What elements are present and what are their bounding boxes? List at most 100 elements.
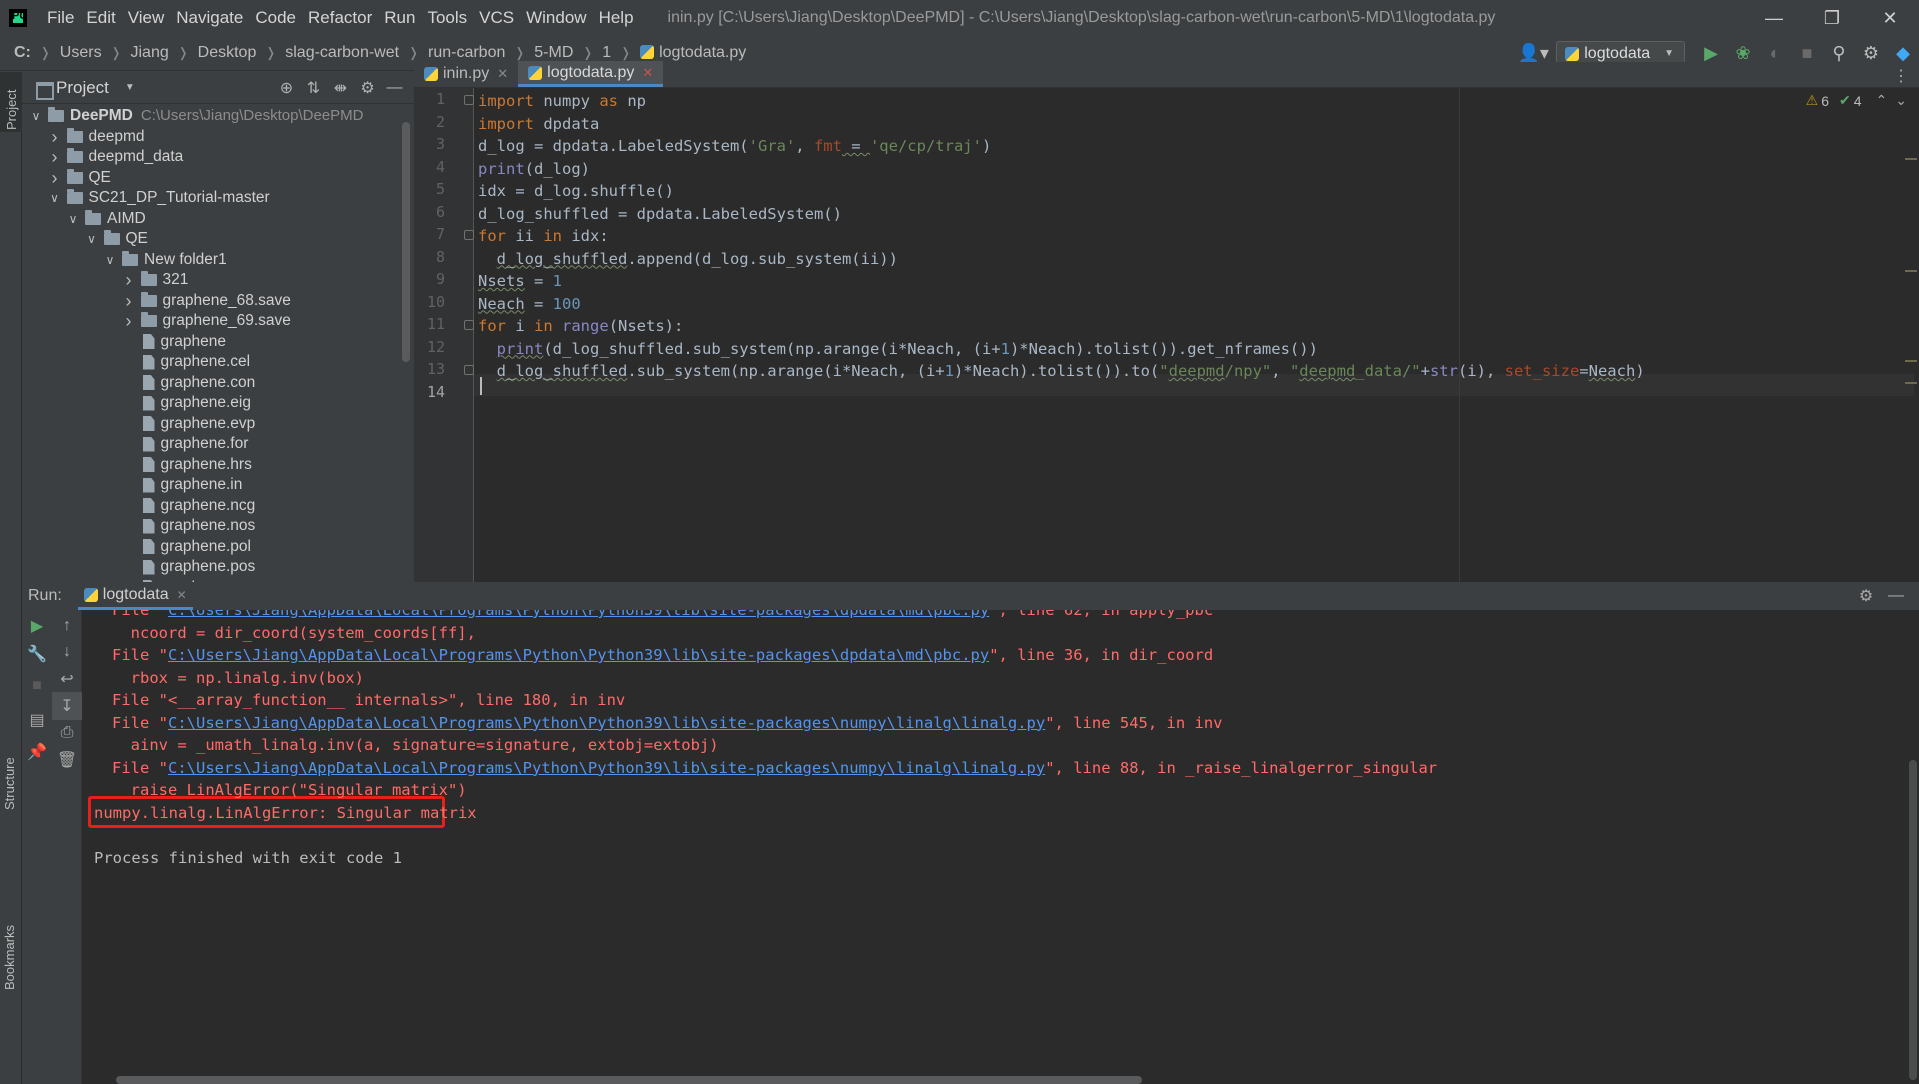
menu-item-code[interactable]: Code	[249, 0, 302, 36]
project-stripe-button[interactable]: Project	[0, 72, 22, 132]
chevron-down-icon[interactable]: ∨	[84, 229, 100, 249]
chevron-up-icon[interactable]: ⌃	[1876, 92, 1888, 109]
chevron-right-icon[interactable]: ›	[121, 270, 137, 290]
menu-item-view[interactable]: View	[122, 0, 171, 36]
tree-item[interactable]: graphene.cel	[121, 352, 250, 372]
tree-item[interactable]: ∨ New folder1	[102, 250, 227, 270]
console-file-link[interactable]: C:\Users\Jiang\AppData\Local\Programs\Py…	[168, 646, 989, 664]
tree-item[interactable]: › QE	[47, 168, 111, 188]
chevron-down-icon[interactable]: ▼	[125, 82, 135, 93]
tree-item[interactable]: graphene.for	[121, 434, 248, 454]
tree-item[interactable]: ∨ QE	[84, 229, 148, 249]
console-vertical-scrollbar[interactable]	[1909, 760, 1917, 1080]
chevron-down-icon[interactable]: ∨	[47, 188, 63, 208]
collapse-all-icon[interactable]: ⇼	[327, 78, 354, 98]
menu-item-tools[interactable]: Tools	[421, 0, 473, 36]
close-tab-icon[interactable]: ✕	[497, 66, 508, 82]
menu-item-refactor[interactable]: Refactor	[302, 0, 378, 36]
chevron-right-icon[interactable]: ›	[47, 168, 63, 188]
project-panel-title[interactable]: Project	[56, 78, 109, 98]
tree-item[interactable]: ∨ DeePMD C:\Users\Jiang\Desktop\DeePMD	[28, 106, 363, 126]
editor-tab[interactable]: inin.py ✕	[414, 61, 518, 87]
console-file-link[interactable]: C:\Users\Jiang\AppData\Local\Programs\Py…	[168, 610, 989, 619]
breadcrumb-item[interactable]: slag-carbon-wet	[285, 44, 399, 62]
chevron-right-icon[interactable]: ›	[121, 291, 137, 311]
tree-item[interactable]: graphene.nos	[121, 516, 255, 536]
chevron-right-icon[interactable]: ›	[47, 127, 63, 147]
menu-item-edit[interactable]: Edit	[80, 0, 121, 36]
menu-item-run[interactable]: Run	[378, 0, 421, 36]
expand-all-icon[interactable]: ⇅	[300, 78, 327, 98]
menu-item-vcs[interactable]: VCS	[473, 0, 520, 36]
tree-item[interactable]: › 321	[121, 270, 189, 290]
tree-item[interactable]: graphene.con	[121, 373, 255, 393]
rerun-icon[interactable]: ▶	[22, 612, 52, 640]
breadcrumb-item[interactable]: Desktop	[198, 44, 257, 62]
breadcrumb-drive[interactable]: C:	[14, 44, 31, 62]
fold-marker-icon[interactable]	[464, 320, 474, 330]
console-file-link[interactable]: C:\Users\Jiang\AppData\Local\Programs\Py…	[168, 714, 1045, 732]
tree-item[interactable]: ∨ AIMD	[65, 209, 146, 229]
layout-icon[interactable]: ▤	[22, 706, 52, 734]
restore-icon[interactable]: ❐	[1803, 0, 1861, 36]
close-icon[interactable]: ✕	[1861, 0, 1919, 36]
breadcrumb-item[interactable]: run-carbon	[428, 44, 505, 62]
breadcrumb-item[interactable]: Users	[60, 44, 102, 62]
menu-item-window[interactable]: Window	[520, 0, 592, 36]
stop-icon[interactable]: ■	[22, 672, 52, 700]
menu-item-file[interactable]: File	[41, 0, 80, 36]
tree-item[interactable]: graphene.ncg	[121, 496, 255, 516]
tree-item[interactable]: › deepmd_data	[47, 147, 184, 167]
console-output[interactable]: File "C:\Users\Jiang\AppData\Local\Progr…	[82, 610, 1919, 1084]
close-tab-icon[interactable]: ✕	[642, 65, 653, 81]
chevron-right-icon[interactable]: ›	[121, 311, 137, 331]
arrow-up-icon[interactable]: ↑	[52, 612, 82, 640]
gear-icon[interactable]: ⚙	[354, 78, 381, 98]
gear-icon[interactable]: ⚙	[1851, 586, 1881, 606]
inspection-widget[interactable]: ⚠ 6 ✔ 4 ⌃ ⌄	[1806, 92, 1907, 109]
print-icon[interactable]: ⎙	[52, 719, 82, 747]
run-tab[interactable]: logtodata ✕	[77, 582, 193, 610]
code-area[interactable]: import numpy as np import dpdata d_log = d…	[478, 88, 1858, 582]
close-tab-icon[interactable]: ✕	[177, 588, 187, 602]
more-tabs-icon[interactable]: ⋮	[1893, 66, 1909, 86]
tree-item[interactable]: › graphene_69.save	[121, 311, 291, 331]
scroll-to-end-icon[interactable]: ↧	[52, 692, 82, 720]
fold-marker-icon[interactable]	[464, 95, 474, 105]
breadcrumb-item[interactable]: 5-MD	[534, 44, 573, 62]
hide-icon[interactable]: —	[381, 79, 408, 97]
menu-item-navigate[interactable]: Navigate	[170, 0, 249, 36]
bookmarks-stripe-label[interactable]: Bookmarks	[2, 925, 17, 990]
breadcrumb-item[interactable]: Jiang	[130, 44, 168, 62]
fold-marker-icon[interactable]	[464, 230, 474, 240]
chevron-down-icon[interactable]: ∨	[65, 209, 81, 229]
breadcrumb-file[interactable]: logtodata.py	[640, 44, 746, 62]
chevron-down-icon[interactable]: ∨	[102, 250, 118, 270]
editor-tab[interactable]: logtodata.py ✕	[518, 61, 664, 87]
minimize-icon[interactable]: —	[1745, 0, 1803, 36]
tree-scrollbar[interactable]	[402, 122, 410, 362]
console-horizontal-scrollbar[interactable]	[116, 1076, 1142, 1084]
locate-icon[interactable]: ⊕	[273, 78, 300, 98]
trash-icon[interactable]: 🗑	[52, 746, 82, 774]
arrow-down-icon[interactable]: ↓	[52, 638, 82, 666]
pin-icon[interactable]: 📌	[22, 738, 52, 766]
chevron-down-icon[interactable]: ∨	[28, 106, 44, 126]
chevron-right-icon[interactable]: ›	[47, 147, 63, 167]
wrench-icon[interactable]: 🔧	[22, 640, 52, 668]
breadcrumb-item[interactable]: 1	[602, 44, 611, 62]
console-file-link[interactable]: C:\Users\Jiang\AppData\Local\Programs\Py…	[168, 759, 1045, 777]
tree-item[interactable]: graphene.hrs	[121, 455, 252, 475]
tree-item[interactable]: ∨ SC21_DP_Tutorial-master	[47, 188, 270, 208]
tree-item[interactable]: graphene.in	[121, 475, 242, 495]
tree-item[interactable]: graphene.eig	[121, 393, 251, 413]
tree-item[interactable]: graphene.pol	[121, 537, 251, 557]
tree-item[interactable]: › graphene_68.save	[121, 291, 291, 311]
hide-icon[interactable]: —	[1881, 587, 1911, 605]
fold-marker-icon[interactable]	[464, 365, 474, 375]
soft-wrap-icon[interactable]: ↩	[52, 665, 82, 693]
chevron-down-icon[interactable]: ⌄	[1895, 92, 1907, 109]
tree-item[interactable]: graphene.pos	[121, 557, 255, 577]
tree-item[interactable]: graphene	[121, 332, 226, 352]
menu-item-help[interactable]: Help	[593, 0, 640, 36]
